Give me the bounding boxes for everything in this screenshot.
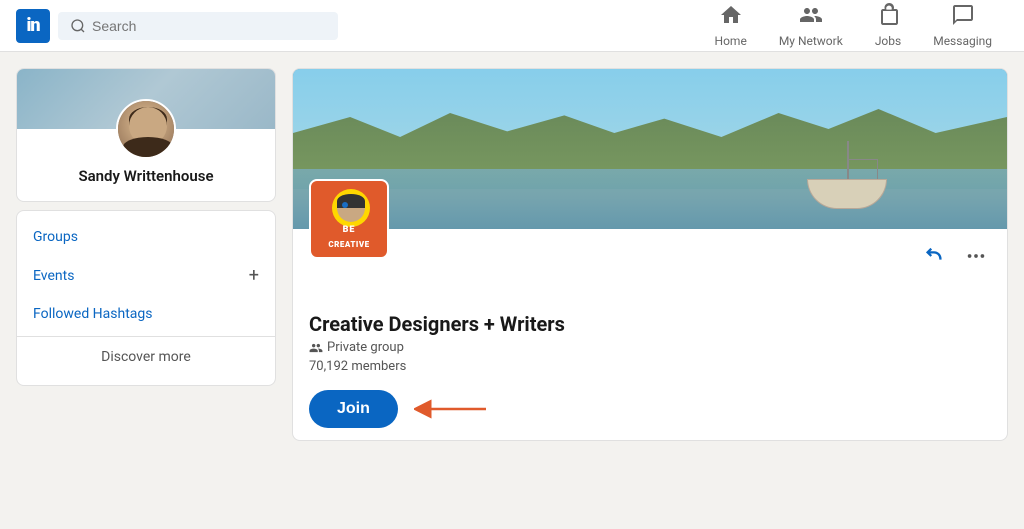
messaging-icon [951,3,975,32]
nav-messaging-label: Messaging [933,34,992,48]
sidebar-groups-label: Groups [33,229,78,245]
nav-messaging[interactable]: Messaging [917,0,1008,52]
group-logo: BE CREATIVE [309,179,389,259]
group-logo-eye [342,202,348,208]
arrow-icon [414,395,494,423]
nav-jobs[interactable]: Jobs [859,0,917,52]
share-button[interactable] [919,241,949,276]
sidebar-links: Groups Events + Followed Hashtags Discov… [16,210,276,386]
group-join-row: Join [309,390,991,428]
group-logo-face [337,194,365,222]
network-icon [799,3,823,32]
sidebar-events-label: Events [33,268,74,284]
group-card: BE CREATIVE [292,68,1008,441]
sidebar-item-events[interactable]: Events + [17,255,275,296]
add-event-icon[interactable]: + [249,265,259,286]
group-logo-circle [332,189,370,227]
discover-more-button[interactable]: Discover more [17,336,275,377]
avatar-wrap [17,99,275,159]
main-content: Sandy Writtenhouse Groups Events + Follo… [0,52,1024,457]
sidebar-hashtags-label: Followed Hashtags [33,306,153,322]
header-left: in [16,9,338,43]
linkedin-logo[interactable]: in [16,9,50,43]
sidebar-item-groups[interactable]: Groups [17,219,275,255]
group-actions [309,241,991,276]
nav-home-label: Home [715,34,747,48]
jobs-icon [876,3,900,32]
sidebar-item-hashtags[interactable]: Followed Hashtags [17,296,275,332]
home-icon [719,3,743,32]
more-options-button[interactable] [961,241,991,276]
group-meta: Private group [309,340,991,355]
nav-my-network[interactable]: My Network [763,0,859,52]
group-members: 70,192 members [309,359,991,374]
profile-name: Sandy Writtenhouse [17,167,275,201]
nav-home[interactable]: Home [699,0,763,52]
search-bar[interactable] [58,12,338,40]
group-body: BE CREATIVE [293,229,1007,440]
header: in Home My Network Jobs [0,0,1024,52]
arrow-indicator [414,395,494,423]
banner-water [293,169,1007,229]
group-logo-be-text: BE [311,225,387,235]
join-button[interactable]: Join [309,390,398,428]
nav-network-label: My Network [779,34,843,48]
group-icon [309,341,323,355]
group-title: Creative Designers + Writers [309,312,991,336]
group-privacy: Private group [327,340,404,355]
group-logo-creative-text: CREATIVE [311,240,387,249]
main-area: BE CREATIVE [292,68,1008,441]
main-nav: Home My Network Jobs Messaging [699,0,1008,52]
nav-jobs-label: Jobs [875,34,901,48]
group-banner [293,69,1007,229]
avatar-body [123,137,173,157]
search-input[interactable] [92,18,326,34]
left-sidebar: Sandy Writtenhouse Groups Events + Follo… [16,68,276,441]
search-icon [70,18,86,34]
boat [807,159,887,209]
profile-card: Sandy Writtenhouse [16,68,276,202]
avatar [116,99,176,159]
